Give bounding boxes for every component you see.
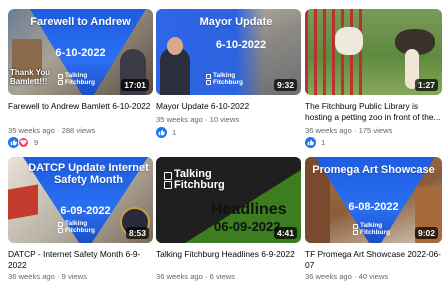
thumbnail-title: Headlines: [211, 201, 287, 218]
reaction-count: 1: [321, 138, 326, 147]
duration-badge: 9:32: [273, 79, 297, 91]
duration-badge: 8:53: [125, 227, 149, 239]
thumbnail-date: 6-10-2022: [215, 39, 267, 51]
talking-fitchburg-logo: Talking Fitchburg: [58, 72, 95, 86]
thumbnail-caption: Thank You Bamlett!!!: [10, 68, 51, 86]
video-meta: 36 weeks ago · 175 views: [305, 126, 393, 135]
reactions[interactable]: 9: [8, 137, 38, 148]
thumbnail-date: 6-09-2022: [60, 205, 111, 217]
video-title[interactable]: Mayor Update 6-10-2022: [156, 101, 301, 113]
video-title[interactable]: TF Promega Art Showcase 2022-06-07: [305, 249, 442, 271]
thumbnail-title: Farewell to Andrew: [30, 16, 131, 28]
video-card[interactable]: Mayor Update 6-10-2022 Talking Fitchburg …: [156, 9, 301, 149]
thumbnail-title: Promega Art Showcase: [312, 164, 435, 176]
video-card[interactable]: Promega Art Showcase 6-08-2022 Talking Fi…: [305, 157, 442, 283]
video-card[interactable]: DATCP Update Internet Safety Month 6-09-…: [8, 157, 153, 283]
goat-shape: [335, 27, 363, 55]
duration-badge: 4:41: [273, 227, 297, 239]
video-title[interactable]: DATCP - Internet Safety Month 6-9-2022: [8, 249, 153, 271]
duration-badge: 1:27: [414, 79, 438, 91]
video-card[interactable]: Talking Fitchburg Headlines 06-09-2022 4:…: [156, 157, 301, 283]
video-meta: 35 weeks ago · 288 views: [8, 126, 96, 135]
talking-fitchburg-logo: Talking Fitchburg: [164, 169, 225, 191]
thumbnail-date: 6-10-2022: [55, 47, 106, 59]
video-title[interactable]: The Fitchburg Public Library is hosting …: [305, 101, 442, 123]
video-meta: 36 weeks ago · 6 views: [156, 272, 235, 281]
reaction-count: 1: [172, 128, 177, 137]
video-title[interactable]: Farewell to Andrew Bamlett 6-10-2022: [8, 101, 153, 123]
talking-fitchburg-logo: Talking Fitchburg: [58, 220, 95, 234]
video-thumbnail[interactable]: 1:27: [305, 9, 442, 95]
video-meta: 35 weeks ago · 10 views: [156, 115, 240, 124]
video-grid: Farewell to Andrew 6-10-2022 Thank You B…: [0, 0, 442, 283]
thumbnail-date: 06-09-2022: [214, 219, 281, 234]
talking-fitchburg-logo: Talking Fitchburg: [206, 72, 243, 86]
duration-badge: 17:01: [121, 79, 149, 91]
like-icon: [156, 127, 167, 138]
video-card[interactable]: 1:27 The Fitchburg Public Library is hos…: [305, 9, 442, 149]
love-icon: [18, 137, 29, 148]
like-icon: [305, 137, 316, 148]
video-meta: 36 weeks ago · 40 views: [305, 272, 389, 281]
thumbnail-title: Mayor Update: [199, 16, 273, 28]
reaction-count: 9: [34, 138, 39, 147]
thumbnail-title: DATCP Update Internet Safety Month: [28, 162, 149, 186]
video-card[interactable]: Farewell to Andrew 6-10-2022 Thank You B…: [8, 9, 153, 149]
video-thumbnail[interactable]: Mayor Update 6-10-2022 Talking Fitchburg …: [156, 9, 301, 95]
video-thumbnail[interactable]: DATCP Update Internet Safety Month 6-09-…: [8, 157, 153, 243]
duration-badge: 9:02: [414, 227, 438, 239]
video-thumbnail[interactable]: Farewell to Andrew 6-10-2022 Thank You B…: [8, 9, 153, 95]
video-thumbnail[interactable]: Talking Fitchburg Headlines 06-09-2022 4:…: [156, 157, 301, 243]
video-thumbnail[interactable]: Promega Art Showcase 6-08-2022 Talking Fi…: [305, 157, 442, 243]
reactions[interactable]: 1: [305, 137, 325, 148]
video-title[interactable]: Talking Fitchburg Headlines 6-9-2022: [156, 249, 301, 271]
video-meta: 36 weeks ago · 9 views: [8, 272, 87, 281]
thumbnail-date: 6-08-2022: [348, 201, 399, 213]
talking-fitchburg-logo: Talking Fitchburg: [353, 222, 390, 236]
reactions[interactable]: 1: [156, 127, 176, 138]
